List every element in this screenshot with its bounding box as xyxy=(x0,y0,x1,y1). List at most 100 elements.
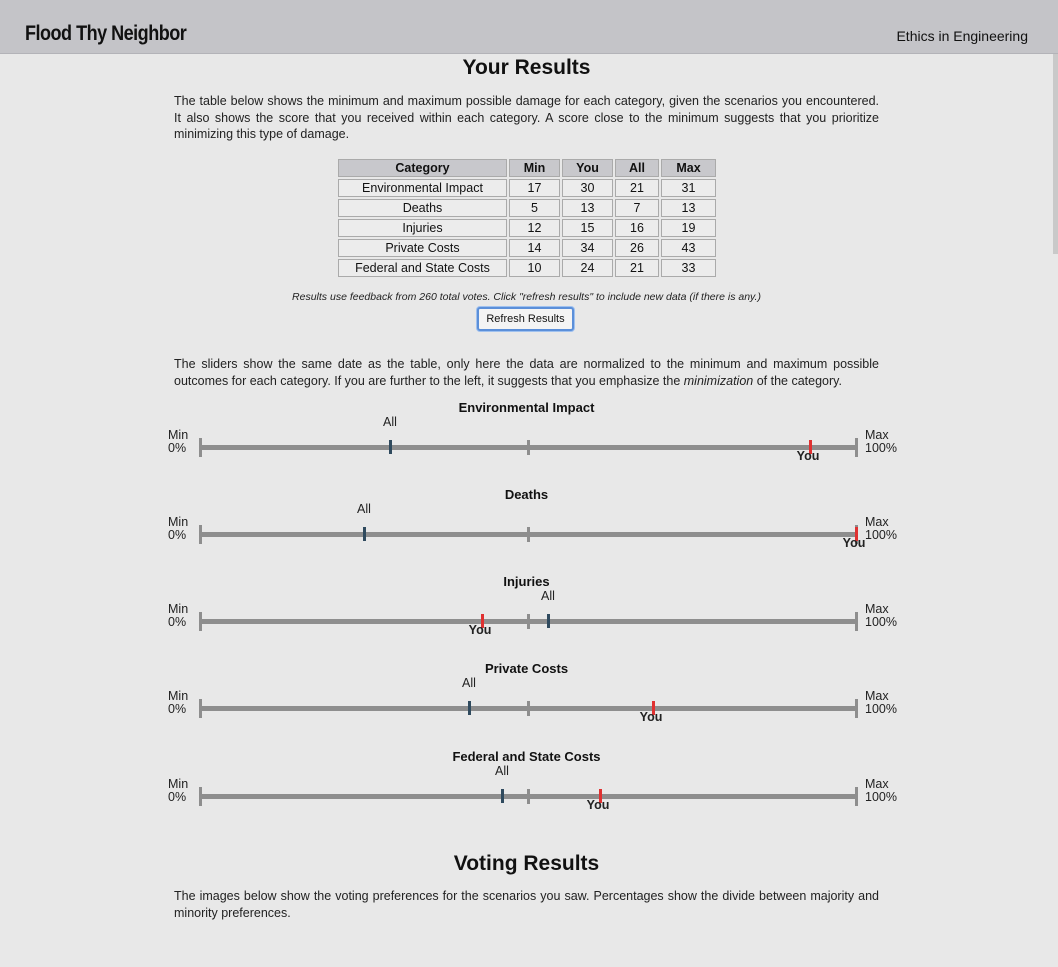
min-percent: 0% xyxy=(168,528,187,542)
slider-max-tick xyxy=(855,787,858,806)
slider-track xyxy=(199,525,858,544)
cell-category: Deaths xyxy=(338,199,507,217)
min-percent: 0% xyxy=(168,702,187,716)
you-label: You xyxy=(842,536,866,550)
cell-min: 12 xyxy=(509,219,560,237)
slider-min-label: Min 0% xyxy=(168,516,188,542)
cell-max: 13 xyxy=(661,199,716,217)
all-marker xyxy=(501,789,504,803)
max-percent: 100% xyxy=(865,702,897,716)
all-label: All xyxy=(495,764,509,778)
slider-title: Federal and State Costs xyxy=(452,749,601,764)
cell-all: 21 xyxy=(615,179,659,197)
voting-intro: The images below show the voting prefere… xyxy=(174,889,879,920)
cell-you: 30 xyxy=(562,179,613,197)
cell-max: 31 xyxy=(661,179,716,197)
slider-mid-tick xyxy=(527,614,530,629)
slider-track xyxy=(199,787,858,806)
slider-min-tick xyxy=(199,612,202,631)
cell-category: Environmental Impact xyxy=(338,179,507,197)
table-row: Deaths 5 13 7 13 xyxy=(338,199,716,217)
slider-max-label: Max 100% xyxy=(865,516,897,542)
col-category: Category xyxy=(338,159,507,177)
slider-mid-tick xyxy=(527,789,530,804)
slider-title: Injuries xyxy=(503,574,550,589)
cell-you: 24 xyxy=(562,259,613,277)
col-min: Min xyxy=(509,159,560,177)
cell-max: 19 xyxy=(661,219,716,237)
table-header-row: Category Min You All Max xyxy=(338,159,716,177)
votes-note: Results use feedback from 260 total vote… xyxy=(292,291,761,303)
cell-min: 10 xyxy=(509,259,560,277)
cell-you: 34 xyxy=(562,239,613,257)
site-logo[interactable]: Flood Thy Neighbor xyxy=(25,22,187,46)
results-intro: The table below shows the minimum and ma… xyxy=(174,94,879,141)
table-row: Private Costs 14 34 26 43 xyxy=(338,239,716,257)
all-label: All xyxy=(541,589,555,603)
table-row: Injuries 12 15 16 19 xyxy=(338,219,716,237)
cell-category: Injuries xyxy=(338,219,507,237)
cell-all: 16 xyxy=(615,219,659,237)
all-label: All xyxy=(383,415,397,429)
slider-min-tick xyxy=(199,699,202,718)
cell-you: 13 xyxy=(562,199,613,217)
scrollbar-thumb[interactable] xyxy=(1053,54,1058,254)
cell-min: 5 xyxy=(509,199,560,217)
slider-min-tick xyxy=(199,525,202,544)
voting-title: Voting Results xyxy=(453,852,600,875)
slider-title: Deaths xyxy=(504,487,549,502)
cell-min: 14 xyxy=(509,239,560,257)
slider-mid-tick xyxy=(527,440,530,455)
you-label: You xyxy=(586,798,610,812)
max-percent: 100% xyxy=(865,615,897,629)
all-marker xyxy=(389,440,392,454)
slider-min-label: Min 0% xyxy=(168,603,188,629)
all-marker xyxy=(468,701,471,715)
max-percent: 100% xyxy=(865,441,897,455)
sliders-intro: The sliders show the same date as the ta… xyxy=(174,356,879,389)
min-percent: 0% xyxy=(168,441,187,455)
all-marker xyxy=(363,527,366,541)
max-percent: 100% xyxy=(865,790,897,804)
slider-title: Environmental Impact xyxy=(458,400,595,415)
slider-block: Private Costs Min 0% Max 100% All You xyxy=(0,661,1053,747)
slider-mid-tick xyxy=(527,527,530,542)
slider-max-label: Max 100% xyxy=(865,690,897,716)
slider-min-label: Min 0% xyxy=(168,690,188,716)
table-row: Environmental Impact 17 30 21 31 xyxy=(338,179,716,197)
col-you: You xyxy=(562,159,613,177)
slider-block: Federal and State Costs Min 0% Max 100% All Yo… xyxy=(0,749,1053,835)
slider-track xyxy=(199,612,858,631)
slider-block: Environmental Impact Min 0% Max 100% All You xyxy=(0,400,1053,486)
slider-max-label: Max 100% xyxy=(865,603,897,629)
you-label: You xyxy=(468,623,492,637)
cell-min: 17 xyxy=(509,179,560,197)
slider-min-tick xyxy=(199,438,202,457)
top-navbar: Flood Thy Neighbor Ethics in Engineering xyxy=(0,0,1058,54)
results-title: Your Results xyxy=(462,56,591,79)
slider-mid-tick xyxy=(527,701,530,716)
cell-all: 7 xyxy=(615,199,659,217)
sliders-intro-tail: of the category. xyxy=(753,373,842,388)
cell-category: Private Costs xyxy=(338,239,507,257)
table-row: Federal and State Costs 10 24 21 33 xyxy=(338,259,716,277)
slider-max-label: Max 100% xyxy=(865,778,897,804)
slider-block: Deaths Min 0% Max 100% All You xyxy=(0,487,1053,573)
slider-block: Injuries Min 0% Max 100% All You xyxy=(0,574,1053,660)
refresh-results-button[interactable]: Refresh Results xyxy=(477,307,574,331)
cell-you: 15 xyxy=(562,219,613,237)
all-label: All xyxy=(462,676,476,690)
nav-link-ethics[interactable]: Ethics in Engineering xyxy=(896,28,1028,44)
you-label: You xyxy=(796,449,820,463)
min-percent: 0% xyxy=(168,790,187,804)
cell-category: Federal and State Costs xyxy=(338,259,507,277)
slider-max-tick xyxy=(855,612,858,631)
slider-min-label: Min 0% xyxy=(168,778,188,804)
col-max: Max xyxy=(661,159,716,177)
all-label: All xyxy=(357,502,371,516)
slider-max-tick xyxy=(855,438,858,457)
slider-max-tick xyxy=(855,699,858,718)
max-percent: 100% xyxy=(865,528,897,542)
cell-max: 43 xyxy=(661,239,716,257)
slider-title: Private Costs xyxy=(484,661,569,676)
